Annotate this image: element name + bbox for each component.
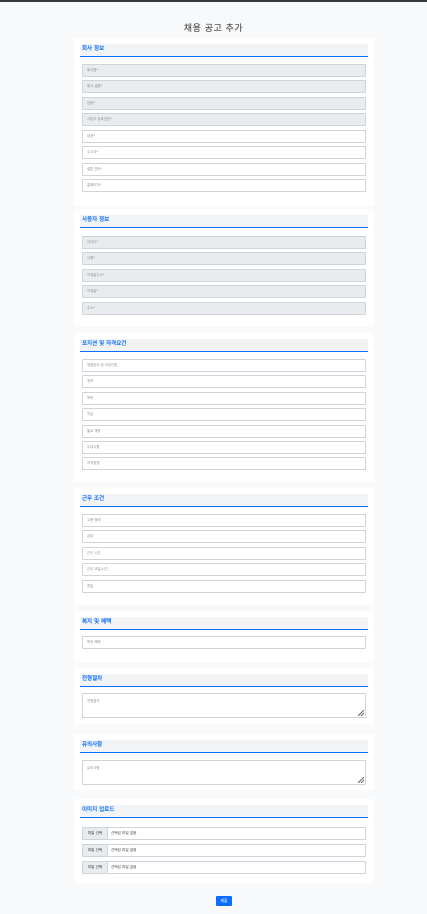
- company-description-field[interactable]: 회사 설명*: [82, 80, 366, 93]
- certificates-field[interactable]: 자격증명: [82, 457, 366, 470]
- page-title: 채용 공고 추가: [183, 24, 244, 34]
- employment-type-field[interactable]: 고용 형태: [82, 514, 366, 527]
- work-days-field[interactable]: 근무 요일/시간: [82, 563, 366, 576]
- notice-section-title: 유의사항: [80, 740, 368, 753]
- user-email-field[interactable]: 이메일*: [82, 285, 366, 298]
- preferred-field[interactable]: 우대사항: [82, 441, 366, 454]
- benefits-section-title: 복지 및 혜택: [80, 617, 368, 630]
- submit-button[interactable]: 제출: [216, 896, 232, 906]
- user-address-field[interactable]: 주소*: [82, 302, 366, 315]
- user-section-title: 사용자 정보: [80, 215, 368, 228]
- user-name-field[interactable]: 이름*: [82, 252, 366, 265]
- company-name-field[interactable]: 회사명*: [82, 64, 366, 77]
- rank-field[interactable]: 직급: [82, 408, 366, 421]
- image-upload-section-title: 이미지 업로드: [80, 805, 368, 818]
- file-select-button[interactable]: 파일 선택: [83, 862, 108, 873]
- file-status-text: 선택된 파일 없음: [111, 865, 137, 869]
- company-section: 회사 정보 회사명* 회사 설명* 업종* 사업자 등록번호* 대표* 주소지*…: [74, 38, 374, 206]
- founded-year-field[interactable]: 설립 연도*: [82, 163, 366, 176]
- process-section: 전형절차 전형절차: [74, 668, 374, 724]
- homepage-field[interactable]: 홈페이지*: [82, 179, 366, 192]
- user-email-address-field[interactable]: 이메일주소*: [82, 269, 366, 282]
- industry-field[interactable]: 업종*: [82, 97, 366, 110]
- process-textarea[interactable]: 전형절차: [82, 693, 366, 718]
- top-bar: [0, 0, 427, 2]
- holidays-field[interactable]: 휴일: [82, 580, 366, 593]
- notice-section: 유의사항 유의사항: [74, 734, 374, 790]
- position-section: 포지션 및 자격요건 채용분야 및 모집인원 경력 학력 직급 필요 역량 우대…: [74, 333, 374, 482]
- benefits-field[interactable]: 복지 혜택: [82, 636, 366, 649]
- file-select-button[interactable]: 파일 선택: [83, 828, 108, 839]
- process-placeholder: 전형절차: [87, 699, 100, 703]
- file-select-button[interactable]: 파일 선택: [83, 845, 108, 856]
- resize-grip-icon[interactable]: [358, 777, 364, 783]
- work-hours-field[interactable]: 근무 시간: [82, 547, 366, 560]
- address-field[interactable]: 주소지*: [82, 146, 366, 159]
- file-input-1[interactable]: 파일 선택 선택된 파일 없음: [82, 827, 366, 840]
- required-skills-field[interactable]: 필요 역량: [82, 425, 366, 438]
- education-field[interactable]: 학력: [82, 392, 366, 405]
- business-number-field[interactable]: 사업자 등록번호*: [82, 113, 366, 126]
- file-status-text: 선택된 파일 없음: [111, 848, 137, 852]
- work-conditions-section-title: 근무 조건: [80, 494, 368, 507]
- notice-textarea[interactable]: 유의사항: [82, 760, 366, 785]
- file-status-text: 선택된 파일 없음: [111, 831, 137, 835]
- work-conditions-section: 근무 조건 고용 형태 급여 근무 시간 근무 요일/시간 휴일: [74, 488, 374, 605]
- user-section: 사용자 정보 아이디* 이름* 이메일주소* 이메일* 주소*: [74, 209, 374, 327]
- experience-field[interactable]: 경력: [82, 375, 366, 388]
- recruit-field-count-field[interactable]: 채용분야 및 모집인원: [82, 359, 366, 372]
- ceo-field[interactable]: 대표*: [82, 130, 366, 143]
- company-section-title: 회사 정보: [80, 44, 368, 57]
- file-input-3[interactable]: 파일 선택 선택된 파일 없음: [82, 861, 366, 874]
- salary-field[interactable]: 급여: [82, 530, 366, 543]
- file-input-2[interactable]: 파일 선택 선택된 파일 없음: [82, 844, 366, 857]
- benefits-section: 복지 및 혜택 복지 혜택: [74, 611, 374, 663]
- process-section-title: 전형절차: [80, 674, 368, 687]
- position-section-title: 포지션 및 자격요건: [80, 339, 368, 352]
- resize-grip-icon[interactable]: [358, 710, 364, 716]
- image-upload-section: 이미지 업로드 파일 선택 선택된 파일 없음 파일 선택 선택된 파일 없음 …: [74, 799, 374, 883]
- notice-placeholder: 유의사항: [87, 766, 100, 770]
- user-id-field[interactable]: 아이디*: [82, 236, 366, 249]
